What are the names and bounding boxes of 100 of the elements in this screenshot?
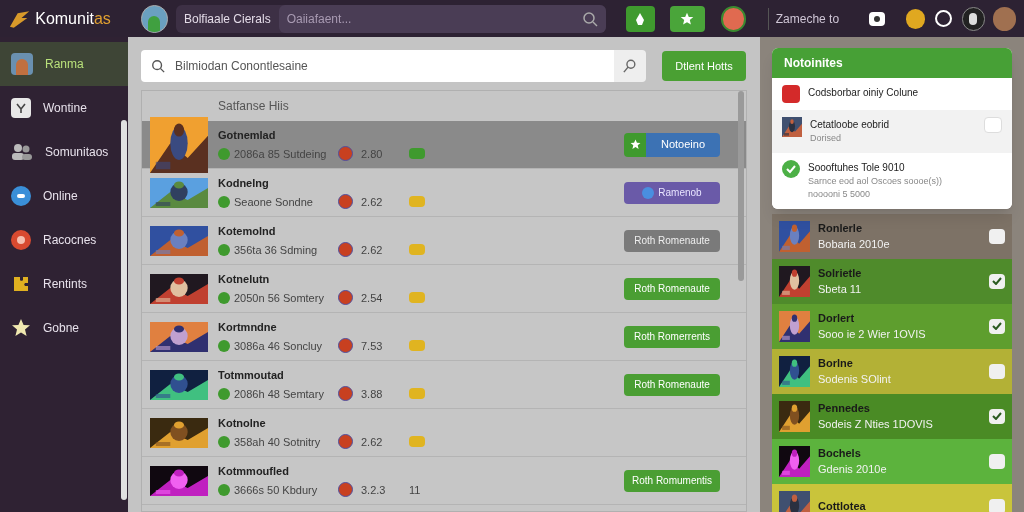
rating: 2.62: [361, 242, 384, 258]
checkbox[interactable]: [989, 498, 1005, 512]
notification-title: Soooftuhes Tole 9010: [808, 160, 906, 175]
rating: 2.54: [361, 290, 384, 306]
rocket-icon: [634, 11, 647, 26]
camera-icon[interactable]: [869, 11, 885, 26]
sidebar-item[interactable]: Racocnes: [0, 218, 128, 262]
status-icon: [218, 291, 230, 304]
rocket-button[interactable]: [625, 5, 655, 32]
search-icon[interactable]: [581, 10, 598, 27]
notification-item[interactable]: Codsborbar oiniy Colune: [772, 78, 1012, 110]
list-row[interactable]: Kotnolne 358ah 40 Sotnitry 2.62: [142, 409, 746, 457]
notification-title: Codsborbar oiniy Colune: [808, 86, 920, 100]
friend-name: Pennedes: [818, 400, 871, 416]
friend-name: Borlne: [818, 355, 854, 371]
row-action-button[interactable]: Ramenob: [624, 181, 720, 204]
app-title-accent: as: [93, 8, 111, 29]
row-title: Kotemolnd: [218, 224, 277, 239]
friend-row[interactable]: Solrietle Sbeta 11: [772, 258, 1012, 304]
row-meta: 3086a 46 Soncluy: [234, 338, 324, 354]
status-icon: [218, 147, 230, 160]
friend-row[interactable]: Borlne Sodenis SOlint: [772, 348, 1012, 394]
checkbox[interactable]: [989, 228, 1005, 244]
logo-icon: [8, 8, 32, 29]
checkbox[interactable]: [989, 318, 1005, 334]
user-avatar[interactable]: [140, 4, 168, 33]
avatar-icon: [338, 290, 353, 306]
puzzle-icon: [11, 274, 31, 294]
avatar-icon: [338, 434, 353, 450]
avatar-icon: [338, 194, 353, 210]
friend-name: Dorlert: [818, 310, 856, 326]
row-title: Kotnelutn: [218, 272, 271, 287]
friend-row[interactable]: Pennedes Sodeis Z Nties 1DOVIS: [772, 393, 1012, 439]
sidebar-item[interactable]: Rentints: [0, 262, 128, 306]
scrollbar[interactable]: [738, 91, 744, 281]
rating: 2.62: [361, 434, 384, 450]
notification-title: Cetatloobe eobrid: [810, 118, 890, 132]
friend-row[interactable]: Bochels Gdenis 2010e: [772, 438, 1012, 484]
list-row[interactable]: Kodnelng Seaone Sondne 2.62 Ramenob: [142, 169, 746, 217]
row-title: Kotnolne: [218, 416, 267, 431]
checkbox[interactable]: [989, 273, 1005, 289]
scrollbar[interactable]: [121, 120, 127, 500]
rating: 2.80: [361, 146, 384, 162]
list-row[interactable]: Kotnelutn 2050n 56 Somtery 2.54 Roth Romenaute: [142, 265, 746, 313]
star-icon: [11, 318, 31, 338]
avatar-icon: [11, 53, 33, 75]
sidebar-item[interactable]: Ranma: [0, 42, 128, 86]
list-row[interactable]: Kotemolnd 356ta 36 Sdming 2.62 Roth Romenaute: [142, 217, 746, 265]
status-icon: [218, 387, 230, 400]
row-action-button[interactable]: Roth Romenaute: [624, 229, 720, 252]
checkbox[interactable]: [989, 363, 1005, 379]
friend-status: Gdenis 2010e: [818, 462, 888, 477]
sidebar-item[interactable]: Online: [0, 174, 128, 218]
list-row[interactable]: Kortmndne 3086a 46 Soncluy 7.53 Roth Romerrents: [142, 313, 746, 361]
friend-row[interactable]: Ronlerle Bobaria 2010e: [772, 213, 1012, 259]
status-icon: [218, 195, 230, 208]
row-meta: Seaone Sondne: [234, 194, 314, 210]
coin-icon[interactable]: [905, 8, 925, 29]
notification-text: Dorised: [810, 132, 842, 145]
status-icon: [218, 243, 230, 256]
channel-label: Bolfiaale Cierals: [182, 10, 272, 28]
check-icon: [782, 159, 800, 178]
notification-item[interactable]: Soooftuhes Tole 9010 Sarnce eod aol Oscoes soooe(s)) nooooni 5 5000: [772, 152, 1012, 209]
checkbox[interactable]: [989, 408, 1005, 424]
alert-icon: [782, 85, 800, 103]
search-field[interactable]: Oaiiafaent...: [278, 4, 606, 33]
search-icon: [623, 59, 637, 73]
friend-name: Bochels: [818, 445, 862, 461]
rating: 2.62: [361, 194, 384, 210]
friend-status: Sodenis SOlint: [818, 372, 892, 387]
avatar-icon: [338, 386, 353, 402]
status-icon: [218, 483, 230, 496]
star-icon: [629, 139, 641, 150]
friend-row[interactable]: Cottlotea: [772, 483, 1012, 512]
sidebar-item[interactable]: Wontine: [0, 86, 128, 130]
friend-name: Solrietle: [818, 265, 863, 281]
rating: 7.53: [361, 338, 384, 354]
star-icon: [680, 11, 695, 26]
sidebar-item[interactable]: Somunitaos: [0, 130, 128, 174]
search-field[interactable]: Bilmiodan Conontlesaine: [141, 50, 614, 82]
sidebar-item[interactable]: Gobne: [0, 306, 128, 350]
avatar-icon: [338, 146, 353, 162]
row-meta: 2050n 56 Somtery: [234, 290, 325, 306]
app-title: Komunit: [35, 8, 94, 29]
count: 11: [409, 482, 421, 498]
row-meta: 2086a 85 Sutdeing: [234, 146, 328, 162]
row-title: Kodnelng: [218, 176, 270, 191]
row-meta: 358ah 40 Sotnitry: [234, 434, 322, 450]
friend-status: Sodeis Z Nties 1DOVIS: [818, 417, 934, 432]
status-icon: [218, 435, 230, 448]
star-button[interactable]: [669, 5, 705, 32]
friend-row[interactable]: Dorlert Sooo ie 2 Wier 1OVIS: [772, 303, 1012, 349]
checkbox[interactable]: [989, 453, 1005, 469]
avatar-icon[interactable]: [961, 6, 985, 31]
list-row[interactable]: Totmmoutad 2086h 48 Semtary 3.88 Roth Romenaute: [142, 361, 746, 409]
search-button[interactable]: [614, 50, 646, 82]
list-row[interactable]: Kotmmoufled 3666s 50 Kbdury 3.2.3 11 Roth Romumentis: [142, 457, 746, 505]
search-icon: [151, 59, 165, 73]
row-meta: 3666s 50 Kbdury: [234, 482, 319, 498]
notification-item[interactable]: Cetatloobe eobrid Dorised: [772, 110, 1012, 153]
